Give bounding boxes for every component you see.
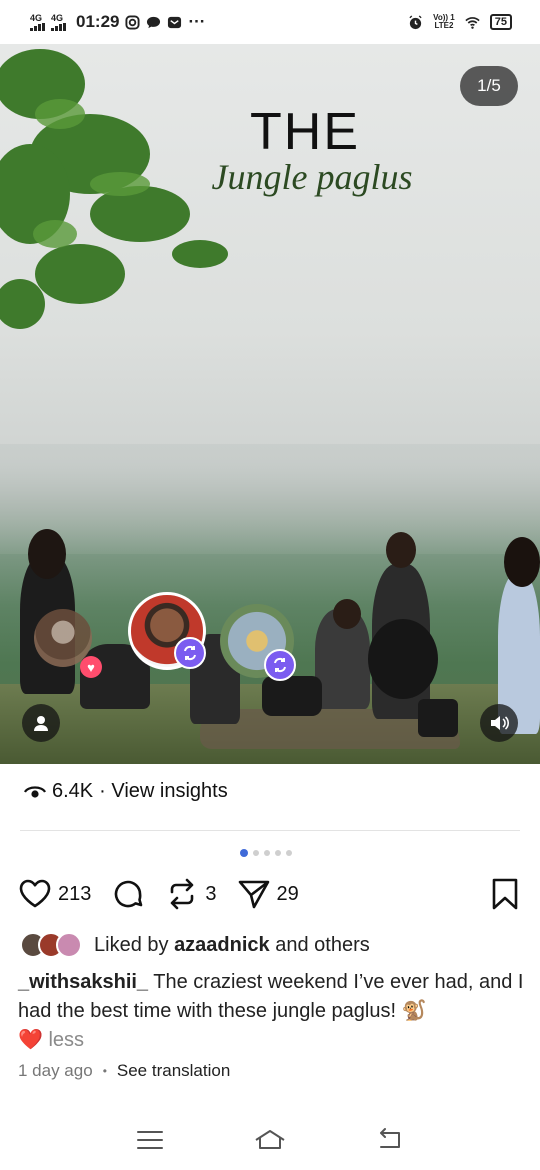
post-time: 1 day ago xyxy=(18,1061,93,1080)
more-notifications-icon: ··· xyxy=(188,12,206,31)
save-button[interactable] xyxy=(488,877,522,911)
person-head xyxy=(504,537,540,587)
repost-count: 3 xyxy=(205,882,217,905)
carousel-dot xyxy=(275,850,281,856)
less-link[interactable]: less xyxy=(48,1029,84,1051)
eye-icon xyxy=(24,785,46,798)
post-image[interactable]: 1/5 THE Jungle paglus ♥ xyxy=(0,44,540,764)
repost-button[interactable]: 3 xyxy=(165,877,217,911)
person-head xyxy=(28,529,66,579)
view-insights-link[interactable]: 6.4K · View insights xyxy=(24,780,228,803)
repost-icon xyxy=(171,878,194,910)
bag xyxy=(418,699,458,737)
liker-avatars xyxy=(20,932,82,958)
liked-by-user[interactable]: azaadnick xyxy=(174,934,270,957)
heart-icon xyxy=(19,879,51,908)
network-type-1: 4G xyxy=(30,12,43,23)
see-translation-link[interactable]: See translation xyxy=(117,1061,230,1081)
bag xyxy=(262,676,322,716)
share-count: 29 xyxy=(276,882,299,905)
carousel-dot-active xyxy=(240,849,248,857)
speaker-icon xyxy=(491,716,509,730)
audio-toggle-button[interactable] xyxy=(480,704,518,742)
meta-separator: • xyxy=(102,1064,107,1078)
slide-counter: 1/5 xyxy=(460,66,518,106)
fog-layer xyxy=(0,444,540,554)
mail-notification-icon xyxy=(168,16,182,28)
liked-by-suffix: and others xyxy=(275,933,370,956)
person-icon xyxy=(34,716,48,731)
comment-button[interactable] xyxy=(111,877,145,911)
message-notification-icon xyxy=(147,16,161,28)
network-type-2: 4G xyxy=(51,12,64,23)
repost-badge-icon xyxy=(174,637,206,669)
action-row: 213 3 29 xyxy=(18,874,522,914)
tagged-people-button[interactable] xyxy=(22,704,60,742)
signal-sim2-icon: 4G xyxy=(51,12,66,31)
menu-nav-icon[interactable] xyxy=(133,1123,167,1157)
home-nav-icon[interactable] xyxy=(253,1123,287,1157)
status-time: 01:29 xyxy=(76,12,120,31)
share-button[interactable]: 29 xyxy=(237,877,299,911)
send-icon xyxy=(238,880,269,909)
view-insights-label: · View insights xyxy=(99,780,228,802)
system-nav-bar xyxy=(0,1110,540,1170)
heart-reaction-icon: ♥ xyxy=(80,656,102,678)
divider xyxy=(20,830,520,831)
image-subtitle: Jungle paglus xyxy=(211,157,413,197)
repost-badge-icon xyxy=(264,649,296,681)
instagram-notification-icon xyxy=(125,14,141,30)
bookmark-icon xyxy=(492,878,518,910)
carousel-dot xyxy=(253,850,259,856)
person-head xyxy=(386,532,416,568)
battery-indicator: 75 xyxy=(489,14,512,30)
signal-sim1-icon: 4G xyxy=(30,12,45,31)
liked-by-prefix: Liked by xyxy=(94,933,169,956)
back-nav-icon[interactable] xyxy=(373,1123,407,1157)
volte-line2: LTE2 xyxy=(434,21,454,30)
person-head xyxy=(333,599,361,629)
wifi-icon xyxy=(465,16,480,29)
caption-heart-emoji: ❤️ xyxy=(18,1029,43,1051)
carousel-dot xyxy=(286,850,292,856)
like-button[interactable]: 213 xyxy=(18,877,91,911)
carousel-dot xyxy=(264,850,270,856)
liked-by-row[interactable]: Liked by azaadnick and others xyxy=(20,932,370,958)
comment-icon xyxy=(115,880,143,908)
post-caption: _withsakshii_ The craziest weekend I’ve … xyxy=(18,968,524,1055)
caption-username[interactable]: _withsakshii_ xyxy=(18,971,148,993)
post-meta: 1 day ago • See translation xyxy=(18,1061,230,1081)
guitar-case xyxy=(368,619,438,699)
image-title: THE xyxy=(250,103,360,161)
views-count: 6.4K xyxy=(52,780,94,802)
liker-avatar xyxy=(56,932,82,958)
volte-indicator: Vo)) 1 LTE2 xyxy=(433,14,455,30)
status-bar: 4G 4G 01:29 ··· Vo)) 1 LTE2 75 xyxy=(0,0,540,44)
carousel-indicator xyxy=(240,849,292,857)
like-count: 213 xyxy=(58,882,92,905)
alarm-icon xyxy=(409,14,422,29)
